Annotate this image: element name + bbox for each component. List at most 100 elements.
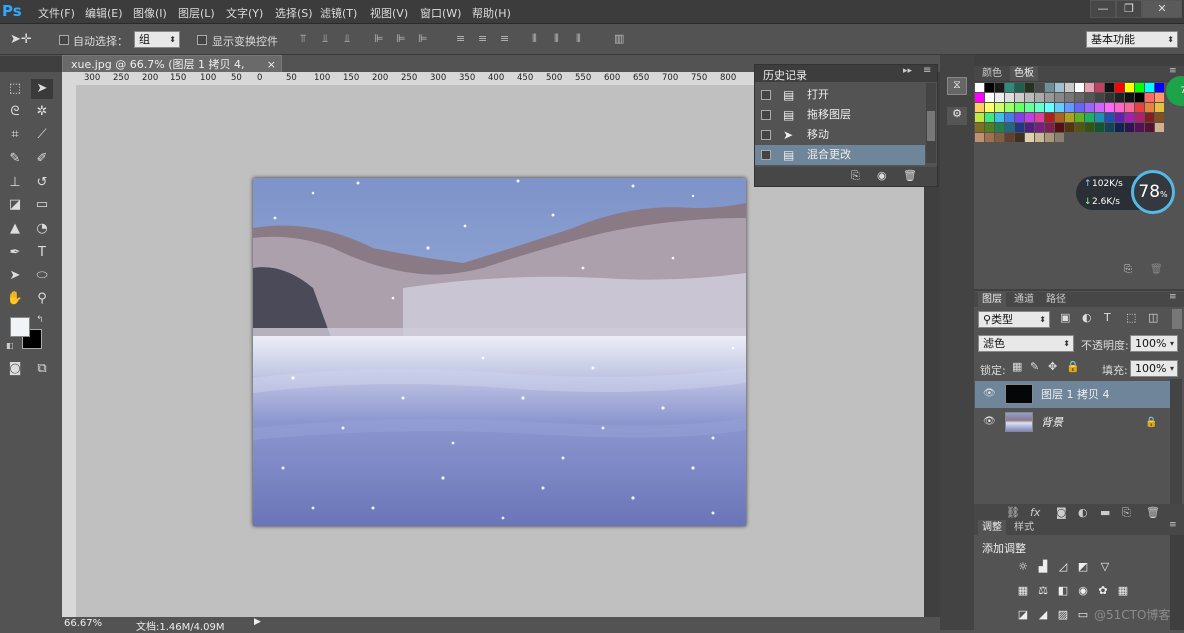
foreground-color-swatch[interactable] <box>10 317 30 337</box>
color-swatch[interactable] <box>1075 103 1084 112</box>
color-swatch[interactable] <box>1125 83 1134 92</box>
color-swatch[interactable] <box>995 93 1004 102</box>
menu-filter[interactable]: 滤镜(T) <box>320 5 357 21</box>
color-swatch[interactable] <box>995 83 1004 92</box>
layer-filter-dropdown[interactable]: ⚲类型 ⬍ <box>978 311 1050 328</box>
gradient-tool-icon[interactable]: ▭ <box>31 195 53 215</box>
status-menu-arrow-icon[interactable]: ▶ <box>254 617 261 627</box>
align-vcenter-icon[interactable]: ⫫ <box>322 32 328 46</box>
vibrance-icon[interactable]: ▽ <box>1098 561 1112 573</box>
lock-transparent-icon[interactable]: ▦ <box>1012 360 1022 373</box>
new-group-icon[interactable]: ▬ <box>1100 506 1110 519</box>
history-item[interactable]: ▤ 拖移图层 <box>755 105 925 125</box>
channel-mixer-icon[interactable]: ✿ <box>1096 585 1110 597</box>
history-snapshot-checkbox[interactable] <box>761 150 771 160</box>
auto-select-checkbox[interactable] <box>59 35 69 45</box>
color-swatch[interactable] <box>1035 103 1044 112</box>
color-swatch[interactable] <box>1125 123 1134 132</box>
color-swatch[interactable] <box>1065 93 1074 102</box>
eye-icon[interactable]: 👁 <box>983 416 996 428</box>
layers-scrollbar[interactable] <box>1170 379 1182 505</box>
color-swatch[interactable] <box>1055 133 1064 142</box>
color-swatch[interactable] <box>1085 93 1094 102</box>
color-swatch[interactable] <box>1145 103 1154 112</box>
color-swatch[interactable] <box>1135 93 1144 102</box>
color-swatch[interactable] <box>1005 93 1014 102</box>
layer-row[interactable]: 👁 背景 🔒 <box>975 409 1170 436</box>
color-swatch[interactable] <box>1085 123 1094 132</box>
color-swatch[interactable] <box>1115 123 1124 132</box>
trash-icon[interactable]: 🗑 <box>1150 264 1163 275</box>
menu-image[interactable]: 图像(I) <box>133 5 167 21</box>
color-swatch[interactable] <box>985 83 994 92</box>
color-swatch[interactable] <box>1015 123 1024 132</box>
color-balance-icon[interactable]: ⚖ <box>1036 585 1050 597</box>
screen-mode-icon[interactable]: ⧉ <box>31 359 53 379</box>
color-swatch[interactable] <box>1105 83 1114 92</box>
history-snapshot-checkbox[interactable] <box>761 130 771 140</box>
color-swatch[interactable] <box>1035 133 1044 142</box>
panel-menu-icon[interactable]: ≡ <box>1169 520 1177 530</box>
color-swatch[interactable] <box>995 123 1004 132</box>
swap-colors-icon[interactable]: ↰ <box>36 315 44 325</box>
type-tool-icon[interactable]: T <box>31 243 53 263</box>
document-tab[interactable]: xue.jpg @ 66.7% (图层 1 拷贝 4, RGB/8) * × <box>62 55 282 88</box>
color-swatch[interactable] <box>975 83 984 92</box>
brush-tool-icon[interactable]: ✐ <box>31 149 53 169</box>
auto-align-icon[interactable]: ▥ <box>614 32 624 45</box>
close-document-icon[interactable]: × <box>267 56 276 73</box>
color-swatch[interactable] <box>1105 113 1114 122</box>
move-tool-preset[interactable]: ➤✛ <box>10 32 46 48</box>
color-swatch[interactable] <box>985 123 994 132</box>
color-swatch[interactable] <box>1135 83 1144 92</box>
filter-shape-icon[interactable]: ⬚ <box>1126 311 1136 324</box>
zoom-level[interactable]: 66.67% <box>64 618 102 629</box>
new-swatch-icon[interactable]: ⎘ <box>1124 264 1132 275</box>
color-swatch[interactable] <box>1045 123 1054 132</box>
lock-position-icon[interactable]: ✥ <box>1048 360 1057 373</box>
ellipse-tool-icon[interactable]: ⬭ <box>31 266 53 286</box>
color-swatch[interactable] <box>1045 103 1054 112</box>
color-swatch[interactable] <box>1025 83 1034 92</box>
color-lookup-icon[interactable]: ▦ <box>1116 585 1130 597</box>
color-swatch[interactable] <box>1015 133 1024 142</box>
color-swatch[interactable] <box>1095 93 1104 102</box>
auto-select-dropdown[interactable]: 组 ⬍ <box>134 31 180 48</box>
show-transform-checkbox[interactable] <box>197 35 207 45</box>
color-swatch[interactable] <box>1005 133 1014 142</box>
invert-icon[interactable]: ◪ <box>1016 609 1030 621</box>
color-swatch[interactable] <box>1095 103 1104 112</box>
trash-icon[interactable]: 🗑 <box>903 169 917 182</box>
color-swatch[interactable] <box>1125 93 1134 102</box>
color-swatch[interactable] <box>1095 83 1104 92</box>
filter-pixel-icon[interactable]: ▣ <box>1060 311 1070 324</box>
filter-type-icon[interactable]: T <box>1104 311 1111 324</box>
color-swatch[interactable] <box>1015 113 1024 122</box>
color-swatch[interactable] <box>1065 83 1074 92</box>
color-swatch[interactable] <box>985 133 994 142</box>
lock-image-icon[interactable]: ✎ <box>1030 360 1039 373</box>
color-swatch[interactable] <box>1025 133 1034 142</box>
color-swatch[interactable] <box>1095 123 1104 132</box>
color-swatch[interactable] <box>1035 93 1044 102</box>
color-swatch[interactable] <box>1115 83 1124 92</box>
history-snapshot-checkbox[interactable] <box>761 110 771 120</box>
color-swatch[interactable] <box>995 113 1004 122</box>
menu-view[interactable]: 视图(V) <box>370 5 408 21</box>
align-hcenter-icon[interactable]: ⊫ <box>396 32 406 45</box>
color-swatch[interactable] <box>995 133 1004 142</box>
memory-usage-gauge[interactable]: 78% <box>1131 170 1175 214</box>
distribute-left-icon[interactable]: ⦀ <box>532 32 537 46</box>
color-swatch[interactable] <box>1065 103 1074 112</box>
curves-icon[interactable]: ◿ <box>1056 561 1070 573</box>
color-swatch[interactable] <box>1155 113 1164 122</box>
menu-layer[interactable]: 图层(L) <box>178 5 215 21</box>
color-swatch[interactable] <box>1085 103 1094 112</box>
tab-adjustments[interactable]: 调整 <box>978 520 1006 535</box>
color-swatch[interactable] <box>1045 83 1054 92</box>
color-swatch[interactable] <box>995 103 1004 112</box>
color-swatch[interactable] <box>1045 133 1054 142</box>
history-item[interactable]: ➤ 移动 <box>755 125 925 145</box>
color-swatch[interactable] <box>985 93 994 102</box>
color-swatch[interactable] <box>1145 83 1154 92</box>
